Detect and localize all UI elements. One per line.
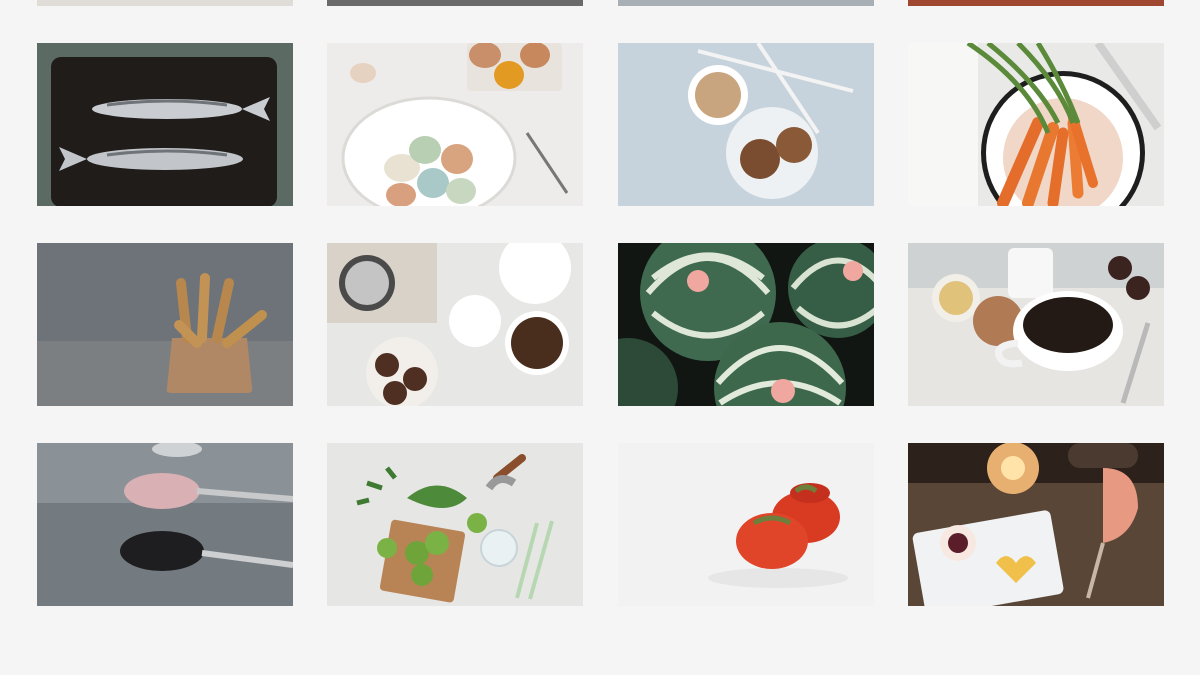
gallery-photo-tomatoes[interactable] [618, 443, 874, 606]
gallery-photo-coffee-cookies[interactable] [618, 43, 874, 206]
gallery-photo-coffee-beans[interactable] [327, 243, 583, 406]
gallery-photo-squash[interactable] [618, 243, 874, 406]
gallery-photo-eggs[interactable] [327, 43, 583, 206]
gallery-photo-partial[interactable] [37, 0, 293, 6]
gallery-photo-carrots[interactable] [908, 43, 1164, 206]
gallery-photo-spoons[interactable] [37, 443, 293, 606]
gallery-photo-breadsticks[interactable] [37, 243, 293, 406]
gallery-photo-coffee-cup[interactable] [908, 243, 1164, 406]
gallery-photo-partial[interactable] [908, 0, 1164, 6]
photo-gallery [0, 0, 1200, 675]
gallery-photo-partial[interactable] [618, 0, 874, 6]
gallery-photo-dessert-wine[interactable] [908, 443, 1164, 606]
gallery-photo-partial[interactable] [327, 0, 583, 6]
gallery-photo-mackerel[interactable] [37, 43, 293, 206]
gallery-photo-limes[interactable] [327, 443, 583, 606]
